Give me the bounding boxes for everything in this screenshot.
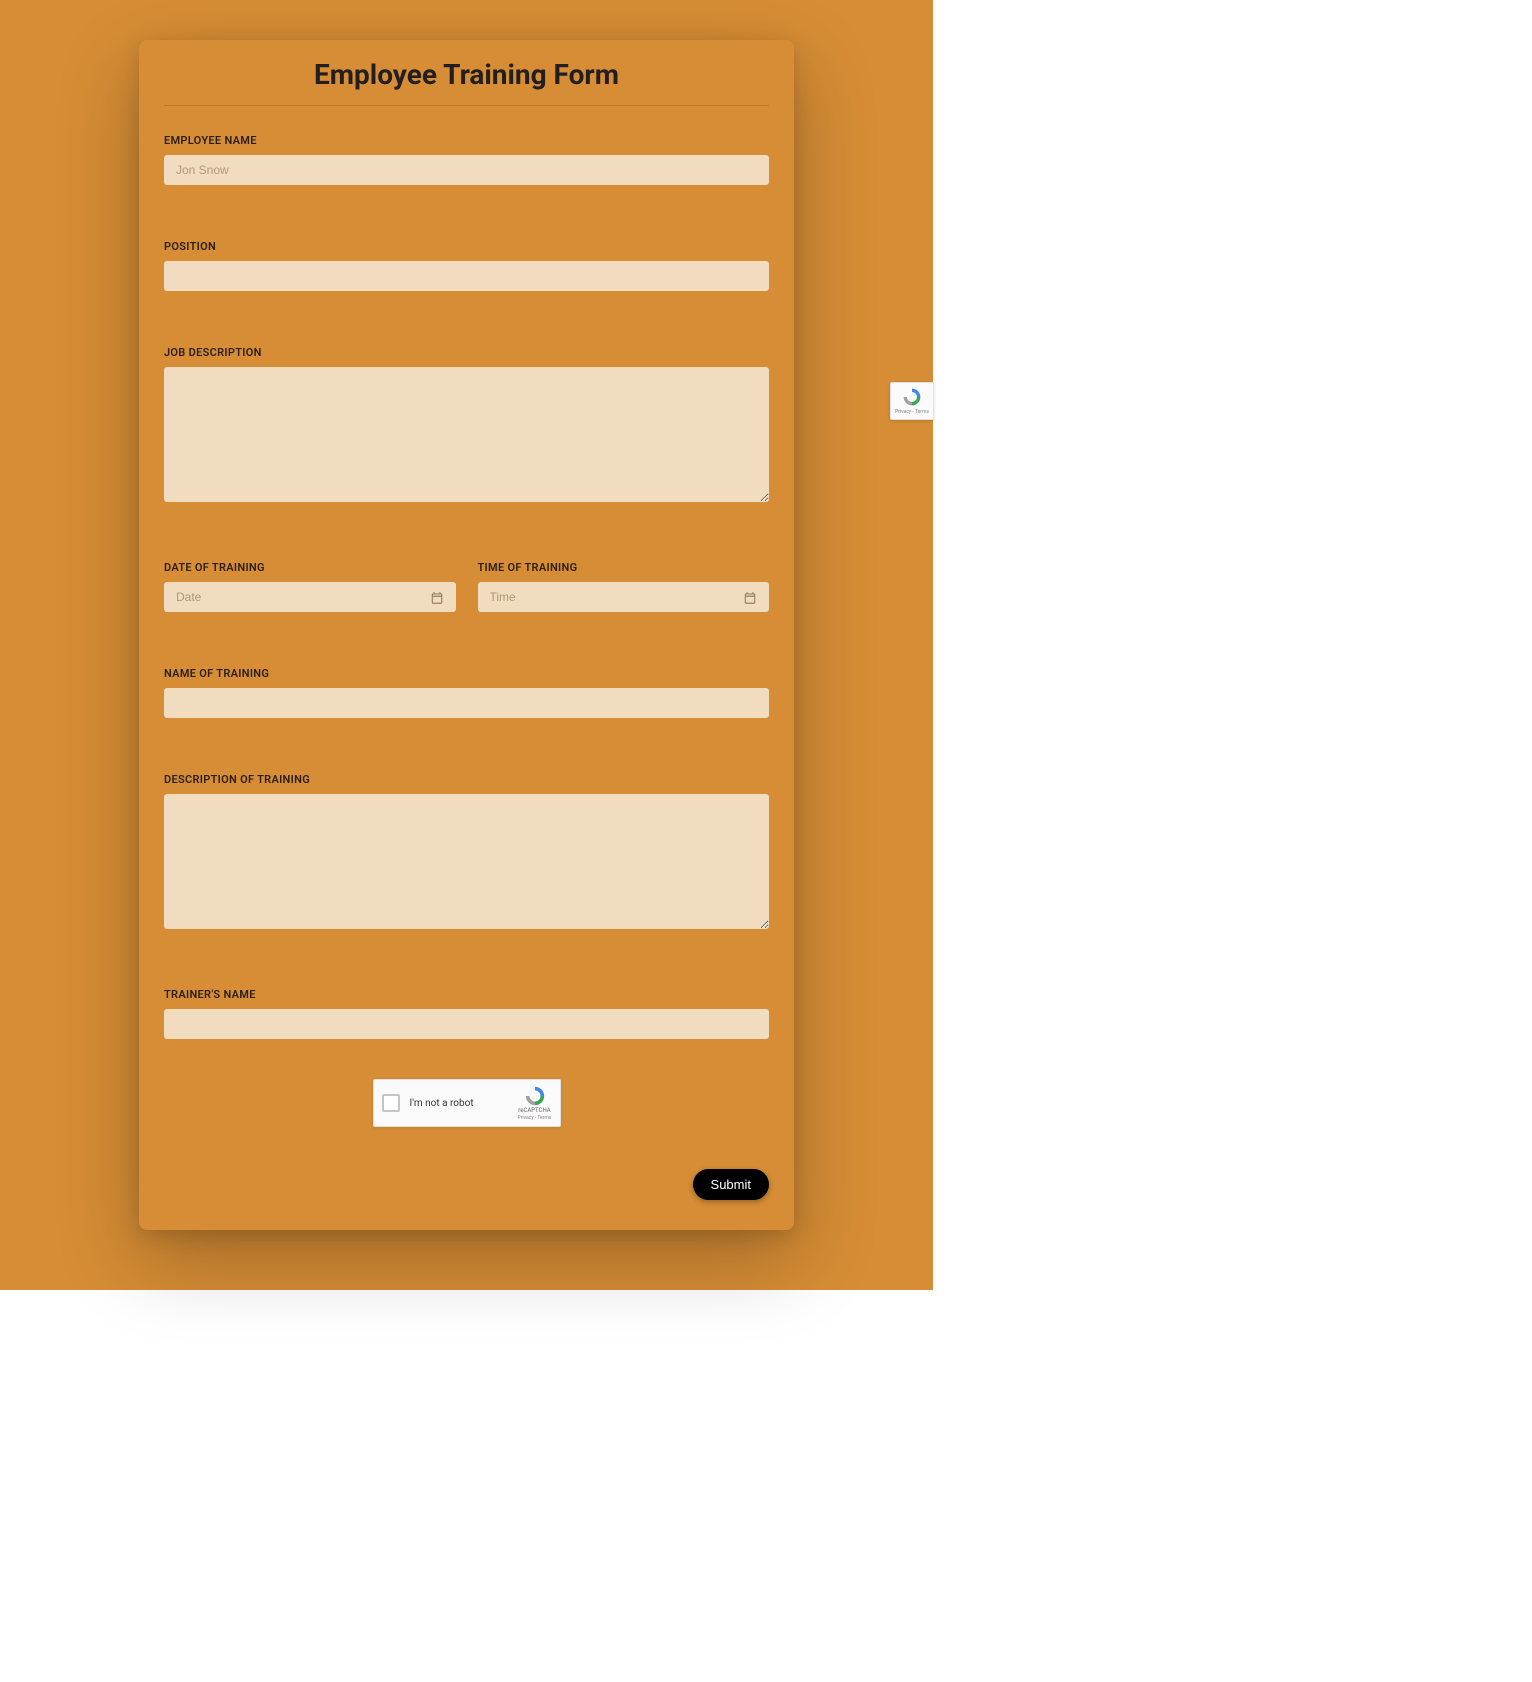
recaptcha-container: I'm not a robot reCAPTCHA Privacy - Term…	[164, 1079, 769, 1127]
input-name-of-training[interactable]	[164, 688, 769, 718]
field-name-of-training: NAME OF TRAINING	[164, 667, 769, 718]
recaptcha-branding: reCAPTCHA Privacy - Terms	[518, 1085, 552, 1121]
input-position[interactable]	[164, 261, 769, 291]
field-employee-name: EMPLOYEE NAME	[164, 134, 769, 185]
label-employee-name: EMPLOYEE NAME	[164, 134, 769, 147]
recaptcha-box: I'm not a robot reCAPTCHA Privacy - Term…	[373, 1079, 561, 1127]
recaptcha-logo-icon	[902, 387, 922, 407]
label-date-of-training: DATE OF TRAINING	[164, 561, 456, 574]
label-position: POSITION	[164, 240, 769, 253]
submit-row: Submit	[164, 1169, 769, 1200]
field-position: POSITION	[164, 240, 769, 291]
input-employee-name[interactable]	[164, 155, 769, 185]
label-name-of-training: NAME OF TRAINING	[164, 667, 769, 680]
form-card: Employee Training Form EMPLOYEE NAME POS…	[139, 40, 794, 1230]
textarea-job-description[interactable]	[164, 367, 769, 502]
recaptcha-label: I'm not a robot	[410, 1098, 508, 1109]
label-trainer-name: TRAINER'S NAME	[164, 988, 769, 1001]
recaptcha-logo-text: reCAPTCHA	[518, 1108, 552, 1115]
recaptcha-badge[interactable]: Privacy - Terms	[890, 382, 934, 420]
label-description-of-training: DESCRIPTION OF TRAINING	[164, 773, 769, 786]
recaptcha-checkbox[interactable]	[382, 1094, 400, 1112]
recaptcha-logo-icon	[524, 1085, 546, 1107]
input-date-of-training[interactable]	[164, 582, 456, 612]
input-time-of-training[interactable]	[478, 582, 770, 612]
input-trainer-name[interactable]	[164, 1009, 769, 1039]
field-time-of-training: TIME OF TRAINING	[478, 561, 770, 612]
label-job-description: JOB DESCRIPTION	[164, 346, 769, 359]
recaptcha-terms: Privacy - Terms	[518, 1115, 552, 1121]
label-time-of-training: TIME OF TRAINING	[478, 561, 770, 574]
submit-button[interactable]: Submit	[693, 1169, 769, 1200]
page-background: Employee Training Form EMPLOYEE NAME POS…	[0, 0, 933, 1290]
field-job-description: JOB DESCRIPTION	[164, 346, 769, 506]
row-date-time: DATE OF TRAINING TIME OF TRAINING	[164, 561, 769, 612]
field-description-of-training: DESCRIPTION OF TRAINING	[164, 773, 769, 933]
textarea-description-of-training[interactable]	[164, 794, 769, 929]
field-date-of-training: DATE OF TRAINING	[164, 561, 456, 612]
field-trainer-name: TRAINER'S NAME	[164, 988, 769, 1039]
recaptcha-badge-terms: Privacy - Terms	[895, 409, 929, 415]
form-title: Employee Training Form	[164, 58, 769, 106]
